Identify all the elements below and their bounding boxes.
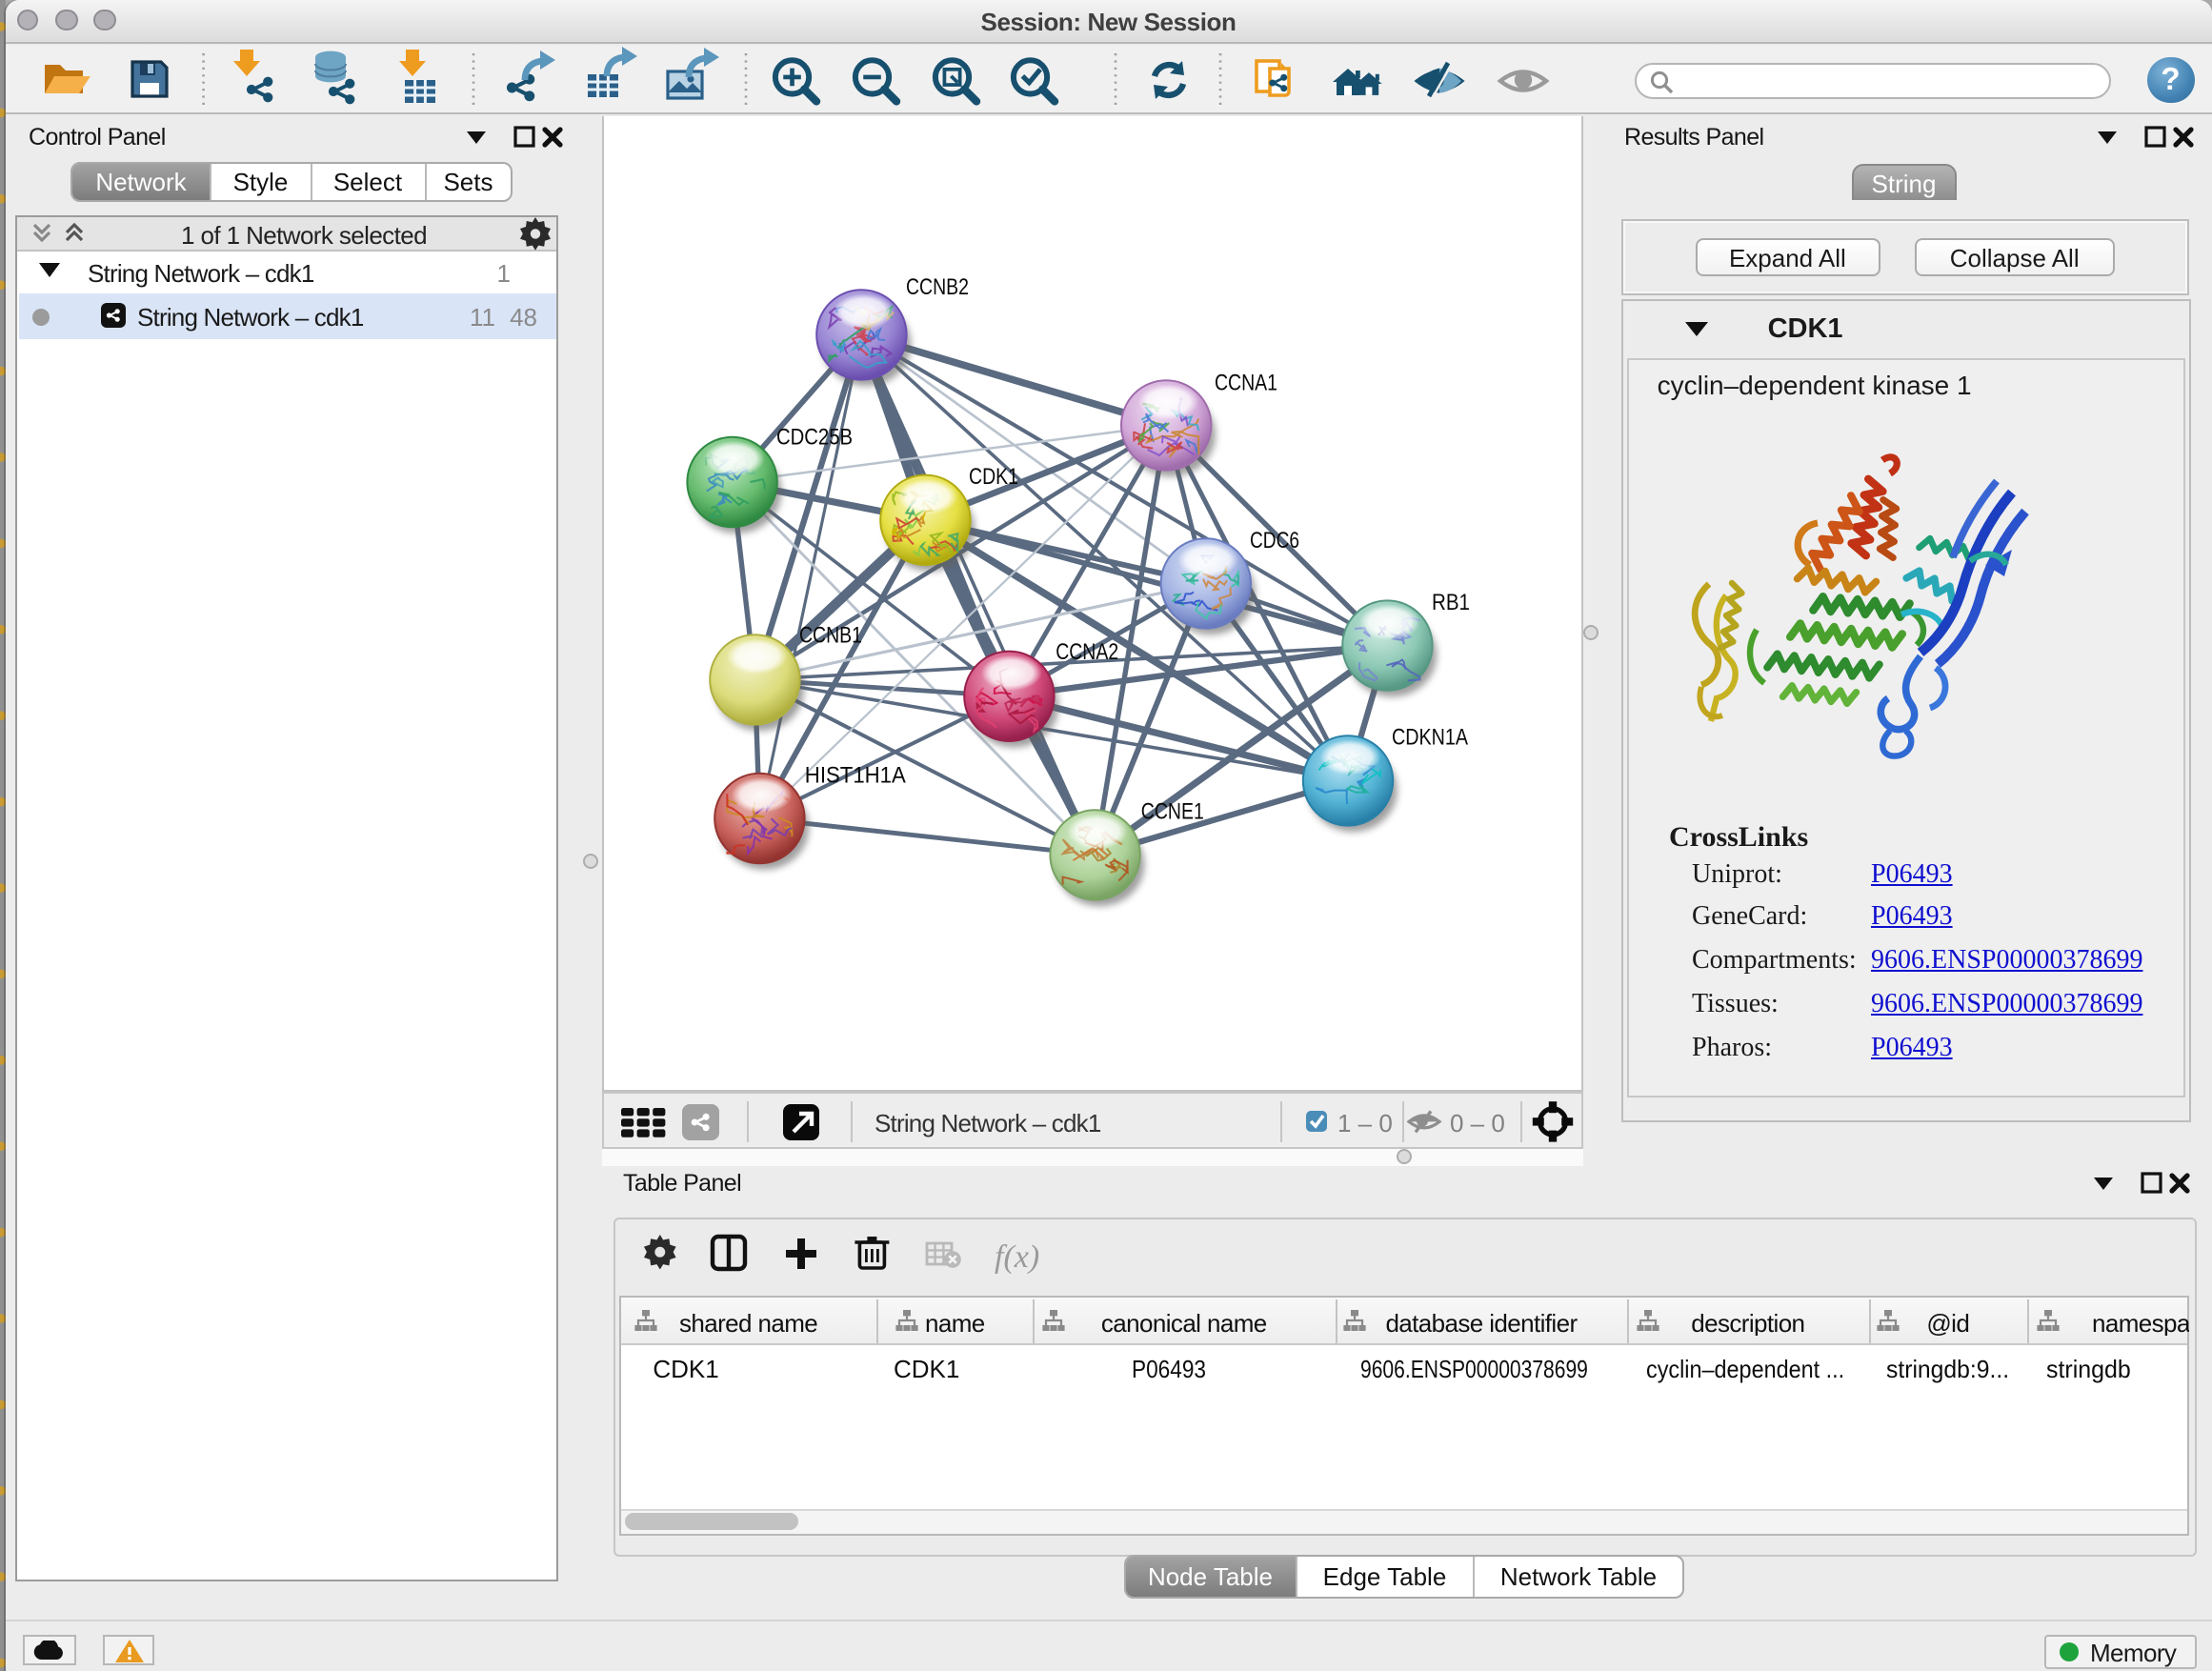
svg-text:CDC25B: CDC25B [775, 424, 852, 450]
svg-text:CCNA2: CCNA2 [1055, 638, 1117, 664]
svg-text:CDK1: CDK1 [968, 463, 1017, 489]
svg-text:CDC6: CDC6 [1249, 527, 1298, 553]
svg-text:CCNA1: CCNA1 [1214, 370, 1277, 395]
svg-text:CCNB2: CCNB2 [905, 273, 968, 299]
svg-text:CCNE1: CCNE1 [1140, 798, 1203, 824]
svg-text:CDKN1A: CDKN1A [1391, 723, 1468, 749]
svg-text:HIST1H1A: HIST1H1A [804, 761, 906, 787]
svg-text:CCNB1: CCNB1 [798, 622, 861, 648]
svg-text:RB1: RB1 [1431, 589, 1469, 614]
